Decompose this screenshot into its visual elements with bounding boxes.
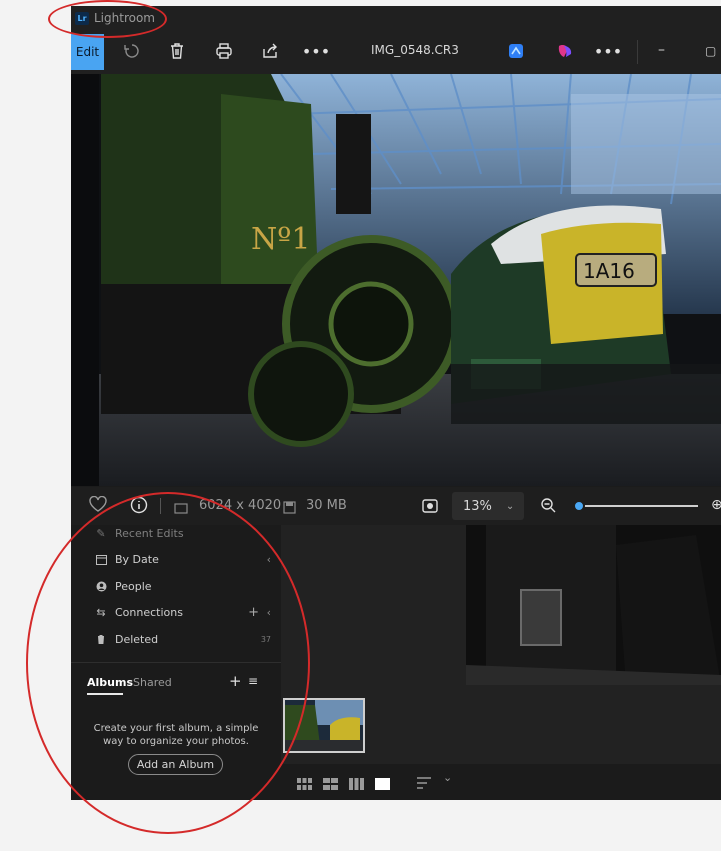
sidebar-item-recent-edits[interactable]: ✎ Recent Edits bbox=[95, 524, 184, 542]
divider bbox=[637, 40, 638, 64]
lightroom-logo: Lr bbox=[75, 11, 89, 25]
zoom-in-icon[interactable]: ⊕ bbox=[711, 497, 721, 513]
photo-info-bar: 6024 x 4020 30 MB 13% ⌄ ⊕ bbox=[71, 487, 721, 525]
sort-icon[interactable]: ≡ bbox=[248, 674, 258, 688]
save-icon bbox=[283, 499, 296, 518]
sidebar-item-deleted[interactable]: Deleted 37 bbox=[95, 630, 271, 648]
trash-icon bbox=[95, 633, 107, 645]
divider bbox=[71, 662, 281, 663]
photo-thumbnail[interactable] bbox=[283, 698, 365, 753]
recent-icon: ✎ bbox=[96, 526, 106, 540]
app-title: Lightroom bbox=[94, 11, 155, 25]
add-connection-icon[interactable]: + bbox=[248, 605, 259, 620]
zoomed-preview bbox=[466, 525, 721, 685]
zoom-out-icon[interactable] bbox=[540, 497, 556, 517]
sidebar-item-label: Deleted bbox=[115, 632, 159, 646]
zoom-slider-handle[interactable] bbox=[573, 500, 585, 512]
tab-shared[interactable]: Shared bbox=[133, 676, 172, 689]
fit-view-icon[interactable] bbox=[422, 498, 438, 517]
info-icon[interactable] bbox=[130, 496, 148, 518]
trash-icon[interactable] bbox=[166, 40, 188, 62]
person-icon bbox=[95, 580, 107, 592]
maximize-icon[interactable]: ▢ bbox=[705, 44, 716, 58]
calendar-icon bbox=[95, 553, 107, 565]
edit-button[interactable]: Edit bbox=[71, 34, 104, 70]
tab-active-indicator bbox=[87, 693, 123, 695]
share-icon[interactable] bbox=[259, 40, 281, 62]
chevron-left-icon[interactable]: ‹ bbox=[267, 606, 271, 619]
photoshop-express-icon[interactable] bbox=[505, 40, 527, 62]
copilot-icon[interactable] bbox=[554, 40, 576, 62]
chevron-left-icon[interactable]: ‹ bbox=[267, 553, 271, 566]
divider bbox=[160, 498, 161, 514]
add-album-icon[interactable]: + bbox=[229, 672, 242, 690]
more-icon[interactable]: ••• bbox=[594, 40, 622, 62]
minimize-icon[interactable]: – bbox=[658, 42, 665, 58]
sidebar-item-by-date[interactable]: By Date ‹ bbox=[95, 550, 271, 568]
locomotive-photo: Nº1 1A16 bbox=[71, 74, 721, 486]
tab-albums[interactable]: Albums bbox=[87, 676, 133, 689]
chevron-down-icon: ⌄ bbox=[505, 500, 515, 512]
single-view-icon[interactable] bbox=[375, 775, 390, 794]
toolbar: Edit ••• IMG_0548.CR3 ••• – ▢ bbox=[71, 30, 721, 74]
print-icon[interactable] bbox=[213, 40, 235, 62]
add-album-button[interactable]: Add an Album bbox=[128, 754, 223, 775]
filmstrip-panel: ⌄ bbox=[281, 525, 721, 800]
chevron-down-icon[interactable]: ⌄ bbox=[443, 771, 452, 784]
grid-large-icon[interactable] bbox=[349, 775, 364, 794]
sidebar-item-label: By Date bbox=[115, 552, 159, 566]
sidebar-item-label: Connections bbox=[115, 605, 183, 619]
deleted-count: 37 bbox=[260, 634, 271, 644]
sort-options-icon[interactable] bbox=[417, 774, 431, 793]
zoomed-photo-detail bbox=[466, 525, 721, 685]
file-name: IMG_0548.CR3 bbox=[371, 43, 459, 57]
connections-icon: ⇆ bbox=[96, 605, 106, 619]
app-window: Lr Lightroom Edit ••• IMG_0548.CR3 ••• –… bbox=[71, 6, 721, 800]
view-mode-bar: ⌄ bbox=[281, 764, 721, 800]
thumbnail-image bbox=[285, 700, 363, 751]
grid-small-icon[interactable] bbox=[297, 775, 312, 794]
title-bar: Lr Lightroom bbox=[71, 6, 721, 30]
svg-text:1A16: 1A16 bbox=[583, 259, 635, 283]
image-dimensions: 6024 x 4020 bbox=[199, 498, 282, 513]
zoom-slider-track[interactable] bbox=[576, 505, 698, 507]
sidebar: ✎ Recent Edits By Date ‹ People ⇆ Connec… bbox=[71, 525, 281, 800]
more-icon[interactable]: ••• bbox=[302, 40, 330, 62]
image-size-icon bbox=[174, 499, 188, 518]
file-size: 30 MB bbox=[306, 498, 347, 513]
rotate-icon[interactable] bbox=[121, 40, 143, 62]
zoom-select[interactable]: 13% ⌄ bbox=[452, 492, 524, 520]
empty-albums-message: Create your first album, a simple way to… bbox=[93, 723, 259, 747]
svg-text:Nº1: Nº1 bbox=[251, 222, 310, 257]
sidebar-item-label: Recent Edits bbox=[115, 526, 184, 540]
photo-view[interactable]: Nº1 1A16 bbox=[71, 74, 721, 486]
sidebar-item-label: People bbox=[115, 579, 152, 593]
sidebar-item-connections[interactable]: ⇆ Connections + ‹ bbox=[95, 603, 271, 621]
zoom-value: 13% bbox=[463, 498, 492, 514]
grid-medium-icon[interactable] bbox=[323, 775, 338, 794]
sidebar-item-people[interactable]: People bbox=[95, 577, 152, 595]
heart-icon[interactable] bbox=[89, 495, 107, 516]
